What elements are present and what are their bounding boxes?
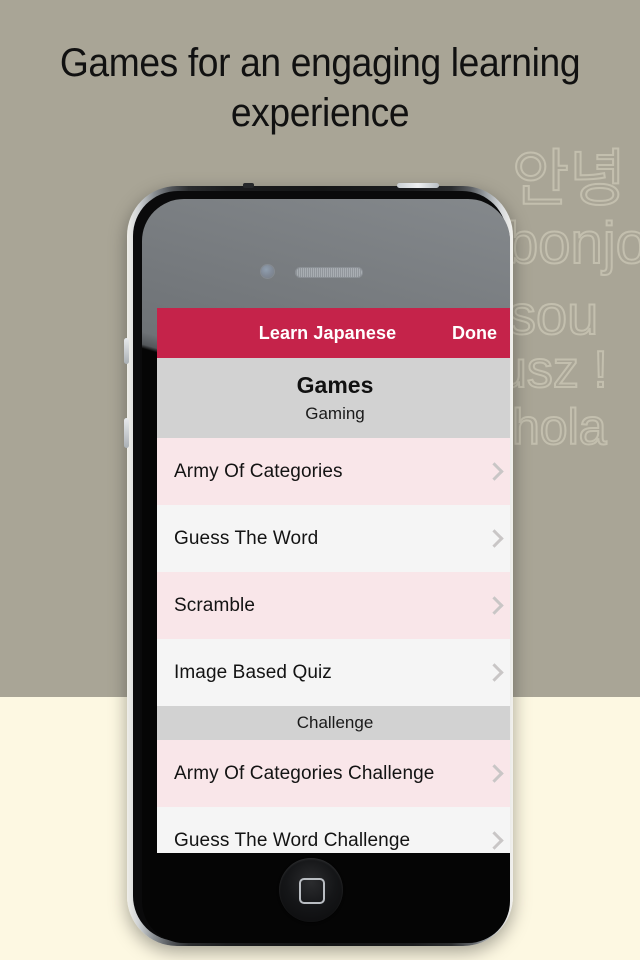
section-header-challenge: Challenge xyxy=(157,706,510,740)
front-camera-icon xyxy=(261,265,274,278)
list-item-label: Guess The Word xyxy=(174,527,319,549)
done-button[interactable]: Done xyxy=(452,323,510,344)
mute-switch[interactable] xyxy=(124,338,129,364)
app-navbar: Learn Japanese Done xyxy=(157,308,510,358)
chevron-right-icon xyxy=(483,740,510,807)
list-item-label: Image Based Quiz xyxy=(174,661,332,683)
doodle-word: bonjour xyxy=(505,210,640,277)
page-header-block: Games Gaming xyxy=(157,358,510,438)
list-item[interactable]: Guess The Word xyxy=(157,505,510,572)
list-item-label: Army Of Categories xyxy=(174,460,343,482)
earpiece-speaker-icon xyxy=(295,267,363,278)
list-item[interactable]: Image Based Quiz xyxy=(157,639,510,706)
volume-button[interactable] xyxy=(124,418,129,448)
chevron-right-icon xyxy=(483,639,510,706)
app-screen: Learn Japanese Done Games Gaming Army Of… xyxy=(157,308,510,853)
list-item[interactable]: Scramble xyxy=(157,572,510,639)
chevron-right-icon xyxy=(483,505,510,572)
phone-body: Learn Japanese Done Games Gaming Army Of… xyxy=(133,191,510,943)
doodle-word: usz ! xyxy=(497,340,609,400)
list-item[interactable]: Guess The Word Challenge xyxy=(157,807,510,853)
chevron-right-icon xyxy=(483,438,510,505)
page-headline: Games for an engaging learning experienc… xyxy=(59,41,581,135)
chevron-right-icon xyxy=(483,572,510,639)
screenshot-stage: bonjour안녕 souusz !hola Games for an engag… xyxy=(0,0,640,960)
phone-glass: Learn Japanese Done Games Gaming Army Of… xyxy=(142,199,510,943)
navbar-title: Learn Japanese xyxy=(258,322,397,343)
list-item-label: Scramble xyxy=(174,594,256,616)
chevron-right-icon xyxy=(483,807,510,853)
page-title: Games xyxy=(296,372,374,398)
section-header-gaming: Gaming xyxy=(305,404,365,423)
list-item[interactable]: Army Of Categories xyxy=(157,438,510,505)
games-list: Army Of Categories Guess The Word Scramble… xyxy=(157,438,510,853)
list-item[interactable]: Army Of Categories Challenge xyxy=(157,740,510,807)
headphone-port xyxy=(243,183,254,188)
home-button[interactable] xyxy=(279,858,343,922)
doodle-word: sou xyxy=(507,282,599,347)
home-button-square-icon xyxy=(299,878,325,904)
doodle-word: hola xyxy=(511,398,608,456)
list-item-label: Guess The Word Challenge xyxy=(174,829,411,851)
power-button[interactable] xyxy=(397,183,439,188)
list-item-label: Army Of Categories Challenge xyxy=(174,762,435,784)
doodle-word: 안녕 xyxy=(511,144,627,215)
phone-mockup: Learn Japanese Done Games Gaming Army Of… xyxy=(124,183,513,946)
